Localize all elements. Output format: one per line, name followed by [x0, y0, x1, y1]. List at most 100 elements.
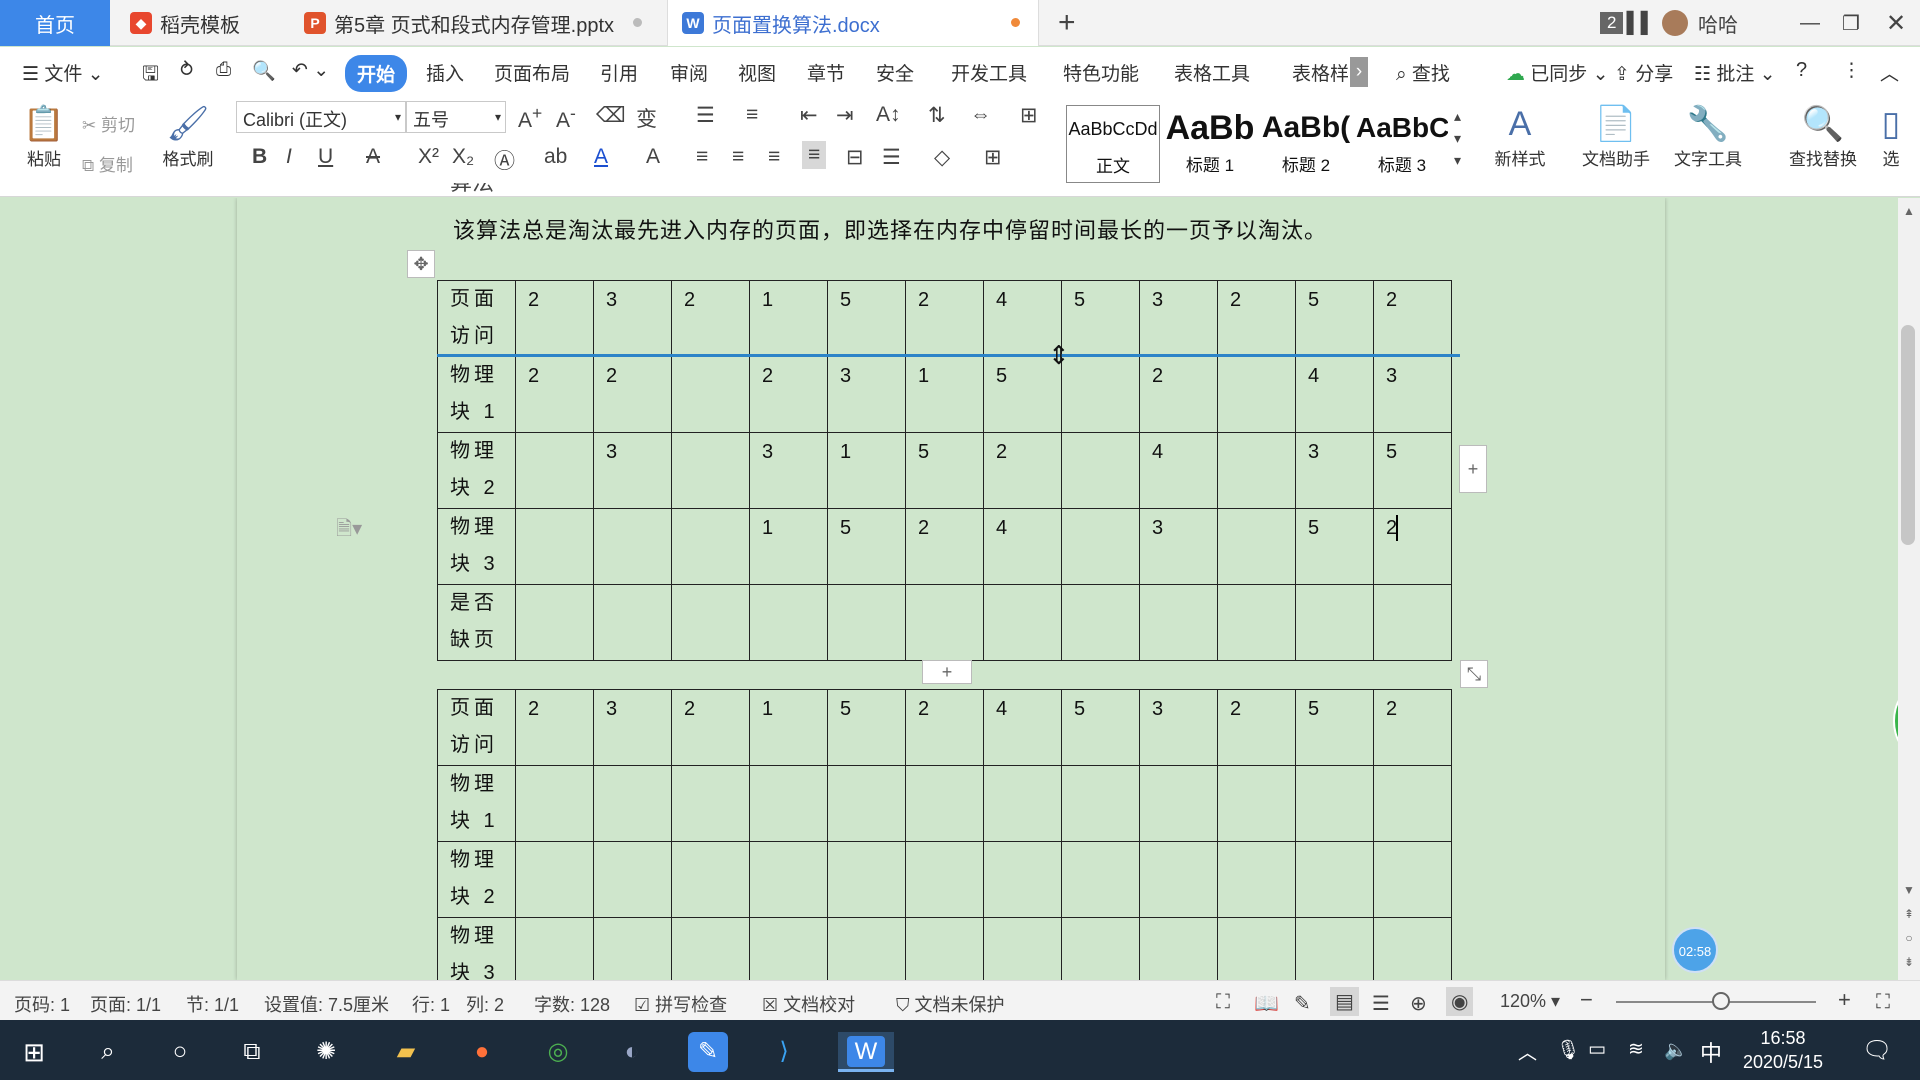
table-cell[interactable]: 2	[1139, 356, 1218, 433]
table-cell[interactable]	[1061, 765, 1140, 842]
row-header-cell[interactable]: 是否 缺页	[437, 584, 516, 661]
char-shading-icon[interactable]: A	[646, 145, 660, 169]
table-cell[interactable]	[1061, 432, 1140, 509]
format-painter-button[interactable]: 🖌 格式刷	[160, 103, 216, 170]
windows-start-icon[interactable]: ⊞	[14, 1032, 54, 1072]
table-cell[interactable]	[671, 765, 750, 842]
style-heading1[interactable]: AaBb 标题 1	[1164, 105, 1256, 183]
outline-view-icon[interactable]: ☰	[1372, 991, 1390, 1016]
table-cell[interactable]: 5	[1061, 689, 1140, 766]
menu-devtools[interactable]: 开发工具	[951, 59, 1027, 86]
table-cell[interactable]: 5	[905, 432, 984, 509]
save-icon[interactable]: 🖫	[142, 59, 159, 93]
window-count-badge[interactable]: 2 ▌▌	[1600, 0, 1655, 46]
firefox-icon[interactable]: ●	[462, 1032, 502, 1072]
table-cell[interactable]	[515, 432, 594, 509]
share-button[interactable]: ⇪ 分享	[1614, 59, 1673, 86]
table-cell[interactable]	[593, 584, 672, 661]
menu-review[interactable]: 审阅	[670, 59, 708, 86]
menu-insert[interactable]: 插入	[426, 59, 464, 86]
table-cell[interactable]: 3	[1373, 356, 1452, 433]
row-header-cell[interactable]: 物理块 2	[437, 841, 516, 918]
write-mode-icon[interactable]: ✎	[1294, 991, 1311, 1016]
table-cell[interactable]	[983, 841, 1062, 918]
table-cell[interactable]: 3	[827, 356, 906, 433]
table-cell[interactable]: 5	[1061, 280, 1140, 357]
table-cell[interactable]	[1061, 508, 1140, 585]
text-effect-icon[interactable]: Ⓐ	[494, 145, 515, 175]
file-explorer-icon[interactable]: ▰	[386, 1032, 426, 1072]
border-icon[interactable]: ⊞	[1020, 103, 1038, 128]
grow-font-icon[interactable]: A+	[518, 103, 542, 133]
text-tools-button[interactable]: 🔧 文字工具	[1666, 103, 1750, 170]
status-row[interactable]: 行: 1	[412, 991, 450, 1017]
tray-expand-icon[interactable]: ︿	[1518, 1038, 1537, 1065]
table-resize-handle[interactable]: ⤡	[1460, 660, 1488, 688]
table-cell[interactable]: 2	[905, 280, 984, 357]
table-cell[interactable]: 1	[749, 689, 828, 766]
menu-table-tools[interactable]: 表格工具	[1174, 59, 1250, 86]
zoom-in-icon[interactable]: +	[1838, 987, 1851, 1013]
table-cell[interactable]	[593, 841, 672, 918]
menu-start[interactable]: 开始	[345, 55, 408, 92]
line-spacing-icon[interactable]: ⇔	[970, 103, 991, 127]
table-cell[interactable]: 3	[1139, 689, 1218, 766]
scroll-nav-icons[interactable]: ▼ ⇞ ○ ⇟	[1903, 878, 1915, 974]
collapse-ribbon-icon[interactable]: ︿	[1880, 59, 1899, 86]
row-header-cell[interactable]: 物理块 2	[437, 432, 516, 509]
menu-scroll-right-button[interactable]: ›	[1350, 57, 1368, 87]
tab-home[interactable]: 首页	[0, 0, 110, 46]
tab-doc[interactable]: W 页面置换算法.docx	[667, 0, 1039, 46]
table-cell[interactable]	[1217, 584, 1296, 661]
status-col[interactable]: 列: 2	[466, 991, 504, 1017]
table-cell[interactable]	[983, 765, 1062, 842]
table-cell[interactable]	[515, 508, 594, 585]
table-cell[interactable]	[1295, 765, 1374, 842]
ime-indicator[interactable]: 中	[1700, 1036, 1722, 1068]
volume-icon[interactable]: 🔈	[1664, 1038, 1688, 1062]
table-cell[interactable]: 2	[515, 689, 594, 766]
table-move-handle[interactable]: ✥	[407, 250, 435, 278]
table-cell[interactable]	[671, 841, 750, 918]
table-cell[interactable]: 5	[1295, 689, 1374, 766]
tab-ppt[interactable]: P 第5章 页式和段式内存管理.pptx	[290, 0, 660, 46]
table-cell[interactable]: 5	[827, 280, 906, 357]
table-cell[interactable]	[1373, 765, 1452, 842]
table-cell[interactable]: 3	[749, 432, 828, 509]
copy-button[interactable]: ⧉ 复制	[82, 151, 133, 176]
clock[interactable]: 16:58 2020/5/15	[1738, 1026, 1828, 1074]
table-cell[interactable]	[905, 584, 984, 661]
zoom-out-icon[interactable]: −	[1580, 987, 1593, 1013]
table-cell[interactable]: 2	[905, 689, 984, 766]
table-cell[interactable]	[515, 841, 594, 918]
table-cell[interactable]	[827, 584, 906, 661]
tab-daoke[interactable]: ◆ 稻壳模板	[116, 0, 286, 46]
table-cell[interactable]: 2	[515, 280, 594, 357]
table-cell[interactable]	[983, 584, 1062, 661]
decrease-indent-icon[interactable]: ⇤	[800, 103, 818, 128]
style-scroll-icon[interactable]: ▴ ▾ ▾	[1454, 105, 1461, 171]
table-cell[interactable]	[1217, 841, 1296, 918]
italic-icon[interactable]: I	[286, 145, 292, 169]
table-cell[interactable]: 1	[749, 508, 828, 585]
table-cell[interactable]	[515, 765, 594, 842]
app-pinwheel-icon[interactable]: ✺	[306, 1032, 346, 1072]
menu-file[interactable]: ☰ 文件 ⌄	[22, 59, 104, 86]
table-cell[interactable]: 2	[593, 356, 672, 433]
style-normal[interactable]: AaBbCcDd 正文	[1066, 105, 1160, 183]
select-button[interactable]: ▯ 选	[1876, 103, 1906, 170]
fifo-table[interactable]: 页面 访问 2 3 2 1 5 2 4 5 3 2 5 2 物理块 1 2 2 2 3 1 5 2 4 3 物理块 233152…	[437, 280, 1452, 661]
menu-table-style[interactable]: 表格样	[1292, 59, 1349, 86]
table-cell[interactable]: 2	[905, 508, 984, 585]
bold-icon[interactable]: B	[252, 145, 267, 169]
reading-view-icon[interactable]: 📖	[1254, 991, 1279, 1016]
shading-icon[interactable]: ◇	[934, 145, 950, 170]
notification-icon[interactable]: 🗨	[1862, 1036, 1892, 1065]
table-cell[interactable]: 2	[1217, 689, 1296, 766]
new-style-button[interactable]: A 新样式	[1482, 103, 1558, 170]
paragraph-marker-icon[interactable]: 🗎▾	[336, 514, 362, 548]
cut-button[interactable]: ✂ 剪切	[82, 111, 135, 136]
cortana-icon[interactable]: ○	[160, 1032, 200, 1072]
close-window-button[interactable]: ✕	[1886, 0, 1906, 46]
table-cell[interactable]	[749, 765, 828, 842]
